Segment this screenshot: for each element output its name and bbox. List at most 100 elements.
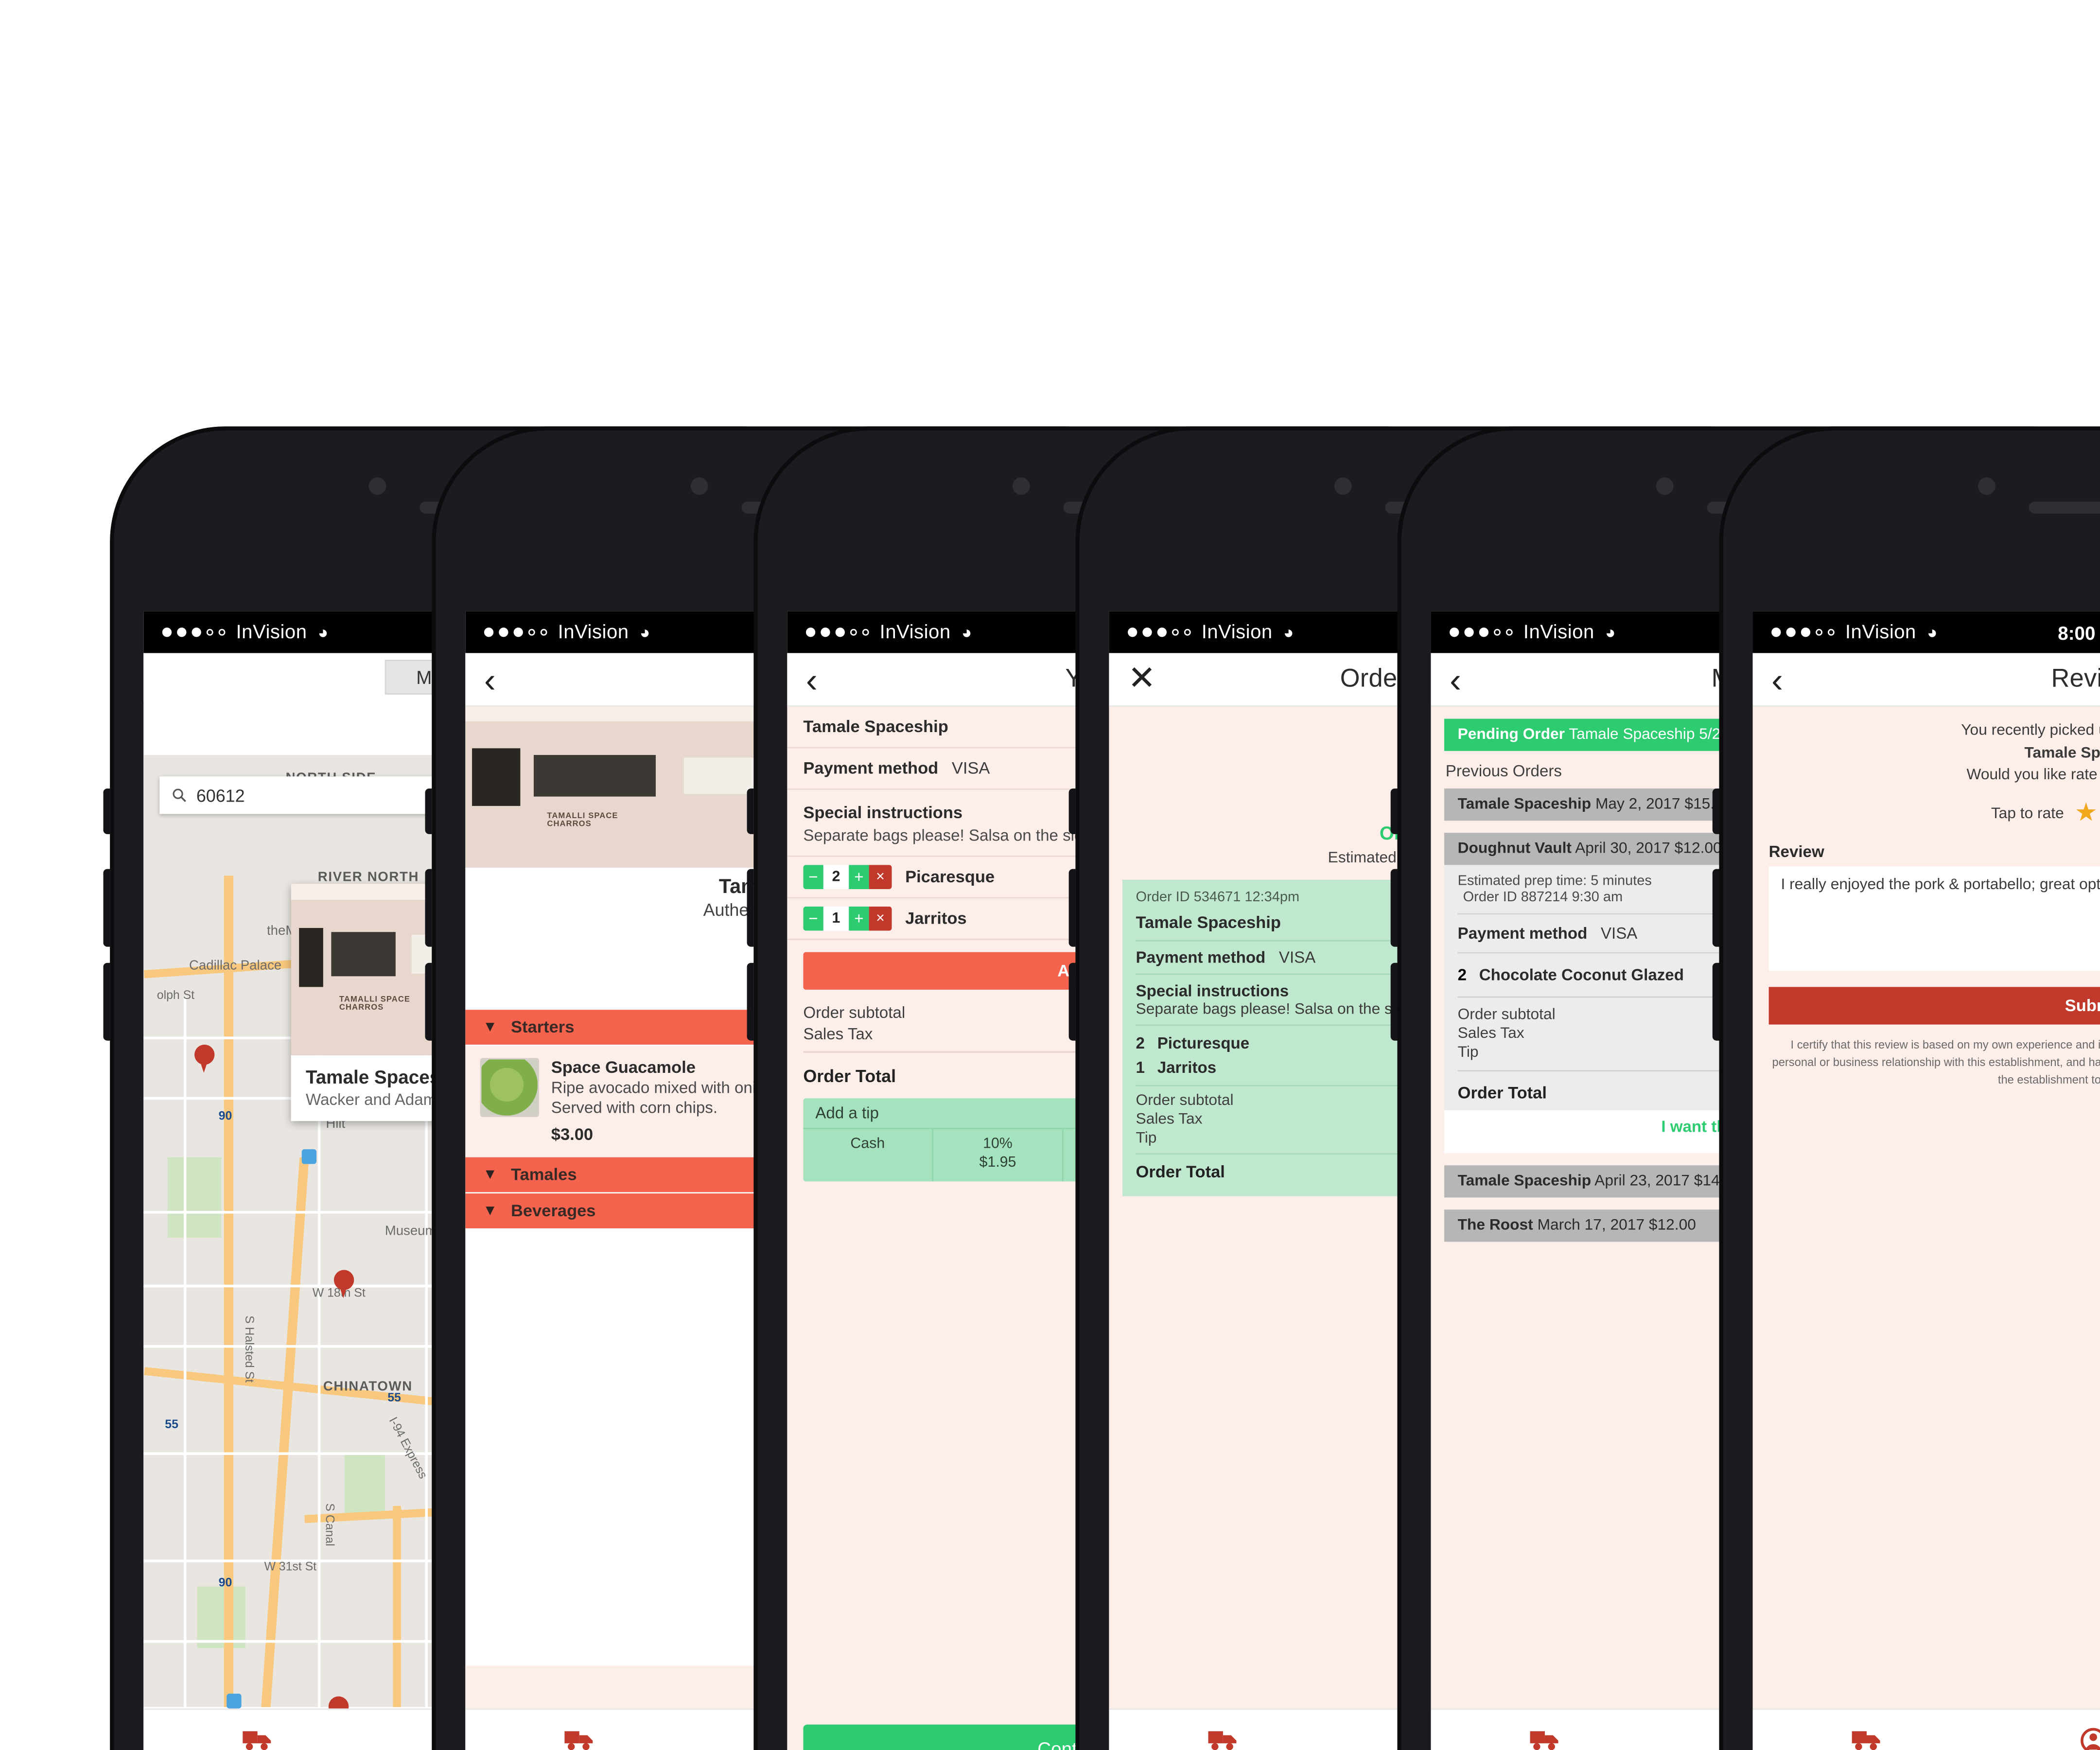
truck-pin[interactable] xyxy=(328,1696,349,1709)
front-camera xyxy=(1334,477,1352,495)
volume-up-button[interactable] xyxy=(747,869,754,947)
map-label: S Canal xyxy=(323,1503,337,1546)
remove-item-button[interactable]: × xyxy=(869,865,892,889)
wifi-icon: ◕ xyxy=(1605,622,1616,643)
review-field-label-row: Review 1/140 xyxy=(1769,842,2100,861)
bottom-tab-bar[interactable]: My Faves My Paycrave My Orders xyxy=(1752,1708,2100,1750)
volume-down-button[interactable] xyxy=(1712,962,1719,1041)
front-camera xyxy=(690,477,708,495)
volume-up-button[interactable] xyxy=(103,869,110,947)
chevron-down-icon: ▼ xyxy=(483,1166,498,1183)
back-chevron-icon[interactable]: ‹ xyxy=(484,662,496,697)
user-account-icon xyxy=(2081,1727,2100,1750)
decrement-button[interactable]: − xyxy=(803,865,823,889)
front-camera xyxy=(1656,477,1674,495)
review-label: Review xyxy=(1768,842,1824,861)
review-textarea[interactable]: I really enjoyed the pork & portabello; … xyxy=(1768,866,2100,971)
wifi-icon: ◕ xyxy=(317,622,329,643)
carrier-label: InVision xyxy=(236,621,307,643)
increment-button[interactable]: + xyxy=(849,865,869,889)
close-icon[interactable]: ✕ xyxy=(1128,662,1156,696)
mute-switch[interactable] xyxy=(103,788,110,834)
rating-stars[interactable]: ★★★★★ xyxy=(2075,798,2100,828)
signal-strength-icon: InVision ◕ xyxy=(162,621,329,643)
volume-up-button[interactable] xyxy=(1068,869,1076,947)
page-title: Review xyxy=(2051,664,2100,693)
front-camera xyxy=(1978,477,1995,495)
tab-my-faves[interactable]: My Faves xyxy=(1753,1729,1980,1750)
front-camera xyxy=(1012,477,1030,495)
payment-label: Payment method xyxy=(803,759,939,778)
mute-switch[interactable] xyxy=(1712,788,1719,834)
volume-down-button[interactable] xyxy=(425,962,432,1041)
clock-label: 8:00 PM xyxy=(2058,621,2100,643)
payment-label: Payment method xyxy=(1136,948,1266,967)
quantity-control[interactable]: − 1 + × xyxy=(803,906,892,931)
wifi-icon: ◕ xyxy=(639,622,650,643)
rating-row[interactable]: Tap to rate ★★★★★ xyxy=(1753,798,2100,828)
legal-disclaimer: I certify that this review is based on m… xyxy=(1772,1038,2100,1086)
order-meta: March 17, 2017 $12.00 xyxy=(1537,1217,1696,1234)
volume-up-button[interactable] xyxy=(425,869,432,947)
signal-strength-icon: InVision ◕ xyxy=(1450,622,1616,643)
truck-pin[interactable] xyxy=(194,1044,215,1073)
map-label: RIVER NORTH xyxy=(317,870,420,885)
highway-shield-55: 55 xyxy=(387,1390,401,1404)
payment-label: Payment method xyxy=(1457,924,1588,943)
mute-switch[interactable] xyxy=(1068,788,1076,834)
nav-bar: ‹ Review Cancel xyxy=(1752,653,2100,707)
section-label: Tamales xyxy=(511,1165,577,1184)
carrier-label: InVision xyxy=(1201,621,1273,643)
truck-pin[interactable] xyxy=(333,1270,354,1298)
signal-strength-icon: InVision ◕ xyxy=(805,621,972,643)
order-vendor: Tamale Spaceship xyxy=(1457,796,1592,813)
carrier-label: InVision xyxy=(879,621,951,643)
tab-my-faves[interactable]: My Faves xyxy=(1109,1729,1336,1750)
submit-button[interactable]: Submit xyxy=(1768,987,2100,1025)
signal-strength-icon: InVision ◕ xyxy=(484,622,650,643)
tip-option-cash[interactable]: Cash xyxy=(803,1129,933,1181)
decrement-button[interactable]: − xyxy=(803,906,823,931)
mute-switch[interactable] xyxy=(1390,788,1398,834)
volume-down-button[interactable] xyxy=(1068,962,1076,1041)
tab-my-faves[interactable]: My Faves xyxy=(143,1729,370,1750)
back-chevron-icon[interactable]: ‹ xyxy=(1771,662,1783,697)
park-area xyxy=(344,1452,385,1520)
highway xyxy=(393,1505,401,1709)
back-chevron-icon[interactable]: ‹ xyxy=(1450,662,1461,697)
intro-line-1: You recently picked up your order from xyxy=(1961,722,2100,739)
quantity-value: 1 xyxy=(823,906,849,931)
screen-review: InVision ◕ 8:00 PM 100% ‹ Review Cancel … xyxy=(1752,611,2100,1750)
park-area xyxy=(197,1586,245,1648)
chevron-down-icon: ▼ xyxy=(483,1202,498,1219)
tab-my-faves[interactable]: My Faves xyxy=(465,1729,692,1750)
volume-down-button[interactable] xyxy=(747,962,754,1041)
volume-up-button[interactable] xyxy=(1390,869,1398,947)
mute-switch[interactable] xyxy=(425,788,432,834)
order-vendor-name: Tamale Spaceship xyxy=(803,717,948,736)
intro-vendor-name: Tamale Spaceship xyxy=(2024,745,2100,761)
volume-up-button[interactable] xyxy=(1712,869,1719,947)
phone-review: InVision ◕ 8:00 PM 100% ‹ Review Cancel … xyxy=(1712,426,2100,1750)
map-label: S Halsted St xyxy=(243,1315,256,1383)
tip-option-10[interactable]: 10% $1.95 xyxy=(933,1129,1064,1181)
order-vendor: Doughnut Vault xyxy=(1457,840,1572,857)
increment-button[interactable]: + xyxy=(849,906,869,931)
tab-my-paycrave[interactable]: My Paycrave xyxy=(1980,1727,2100,1750)
tab-my-faves[interactable]: My Faves xyxy=(1431,1729,1658,1750)
wifi-icon: ◕ xyxy=(961,622,972,643)
tax-label: Sales Tax xyxy=(803,1024,873,1044)
volume-down-button[interactable] xyxy=(1390,962,1398,1041)
order-vendor: Tamale Spaceship xyxy=(1457,1173,1592,1190)
back-chevron-icon[interactable]: ‹ xyxy=(806,662,818,697)
line-item-qty: 1 xyxy=(1136,1058,1145,1077)
quantity-control[interactable]: − 2 + × xyxy=(803,865,892,889)
mute-switch[interactable] xyxy=(747,788,754,834)
transit-marker[interactable] xyxy=(227,1694,242,1709)
order-meta: April 30, 2017 $12.00 xyxy=(1575,840,1722,857)
remove-item-button[interactable]: × xyxy=(869,906,892,931)
volume-down-button[interactable] xyxy=(103,962,110,1041)
transit-marker[interactable] xyxy=(301,1149,317,1164)
payment-value: VISA xyxy=(1600,924,1638,943)
intro-line-2: Would you like rate your experience? xyxy=(1966,767,2100,784)
